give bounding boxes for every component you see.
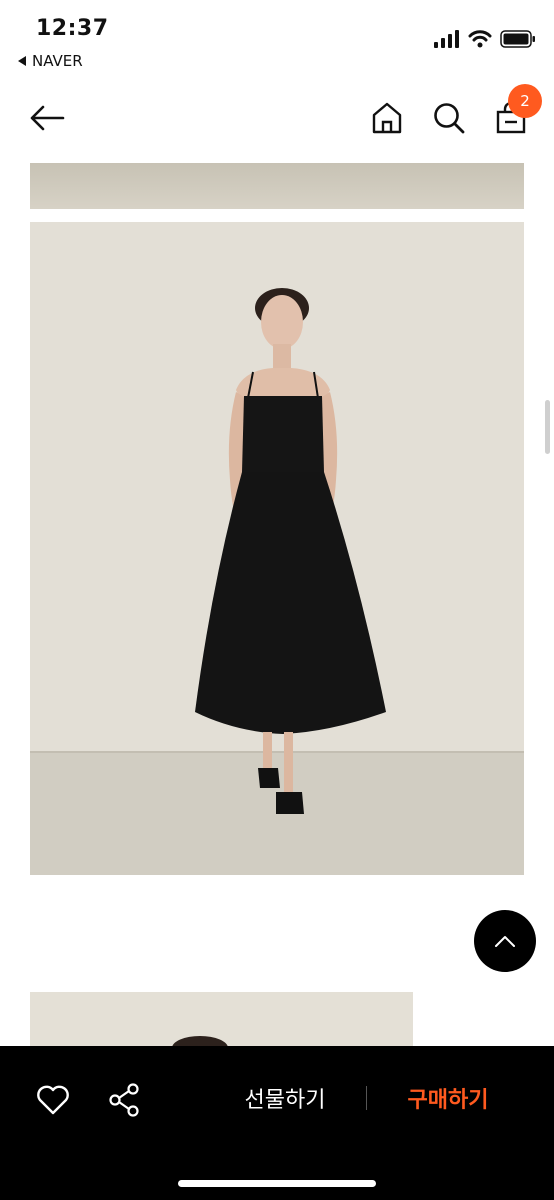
cart-count-badge: 2 (508, 84, 542, 118)
status-time: 12:37 (36, 16, 109, 41)
back-button[interactable] (27, 98, 67, 138)
cellular-signal-icon (434, 30, 459, 48)
scroll-to-top-button[interactable] (474, 910, 536, 972)
bottom-bar-divider (366, 1086, 367, 1110)
bottom-action-bar: 선물하기 구매하기 (0, 1046, 554, 1200)
chevron-up-icon (495, 936, 515, 947)
heart-icon (37, 1085, 69, 1115)
status-icons (434, 30, 536, 48)
back-triangle-icon (18, 56, 26, 66)
home-button[interactable] (367, 98, 407, 138)
search-icon (434, 103, 465, 134)
product-photo-next (30, 992, 413, 1052)
wifi-icon (468, 30, 492, 48)
home-indicator[interactable] (178, 1180, 376, 1187)
status-bar: 12:37 NAVER (0, 0, 554, 80)
home-icon (372, 102, 402, 134)
product-photo-main (30, 222, 524, 875)
gift-button[interactable]: 선물하기 (230, 1076, 340, 1120)
model-black-dress-image (30, 222, 524, 875)
back-to-app-link[interactable]: NAVER (18, 52, 83, 70)
scroll-indicator[interactable] (545, 400, 550, 454)
arrow-left-icon (30, 105, 65, 131)
search-button[interactable] (429, 98, 469, 138)
buy-button[interactable]: 구매하기 (392, 1076, 504, 1120)
share-icon (109, 1083, 139, 1117)
share-button[interactable] (104, 1080, 144, 1120)
app-header (0, 80, 554, 160)
battery-icon (500, 30, 535, 48)
product-photo-strip (30, 163, 524, 209)
back-app-label: NAVER (32, 52, 83, 70)
next-photo-preview (172, 1036, 228, 1052)
wishlist-button[interactable] (33, 1080, 73, 1120)
